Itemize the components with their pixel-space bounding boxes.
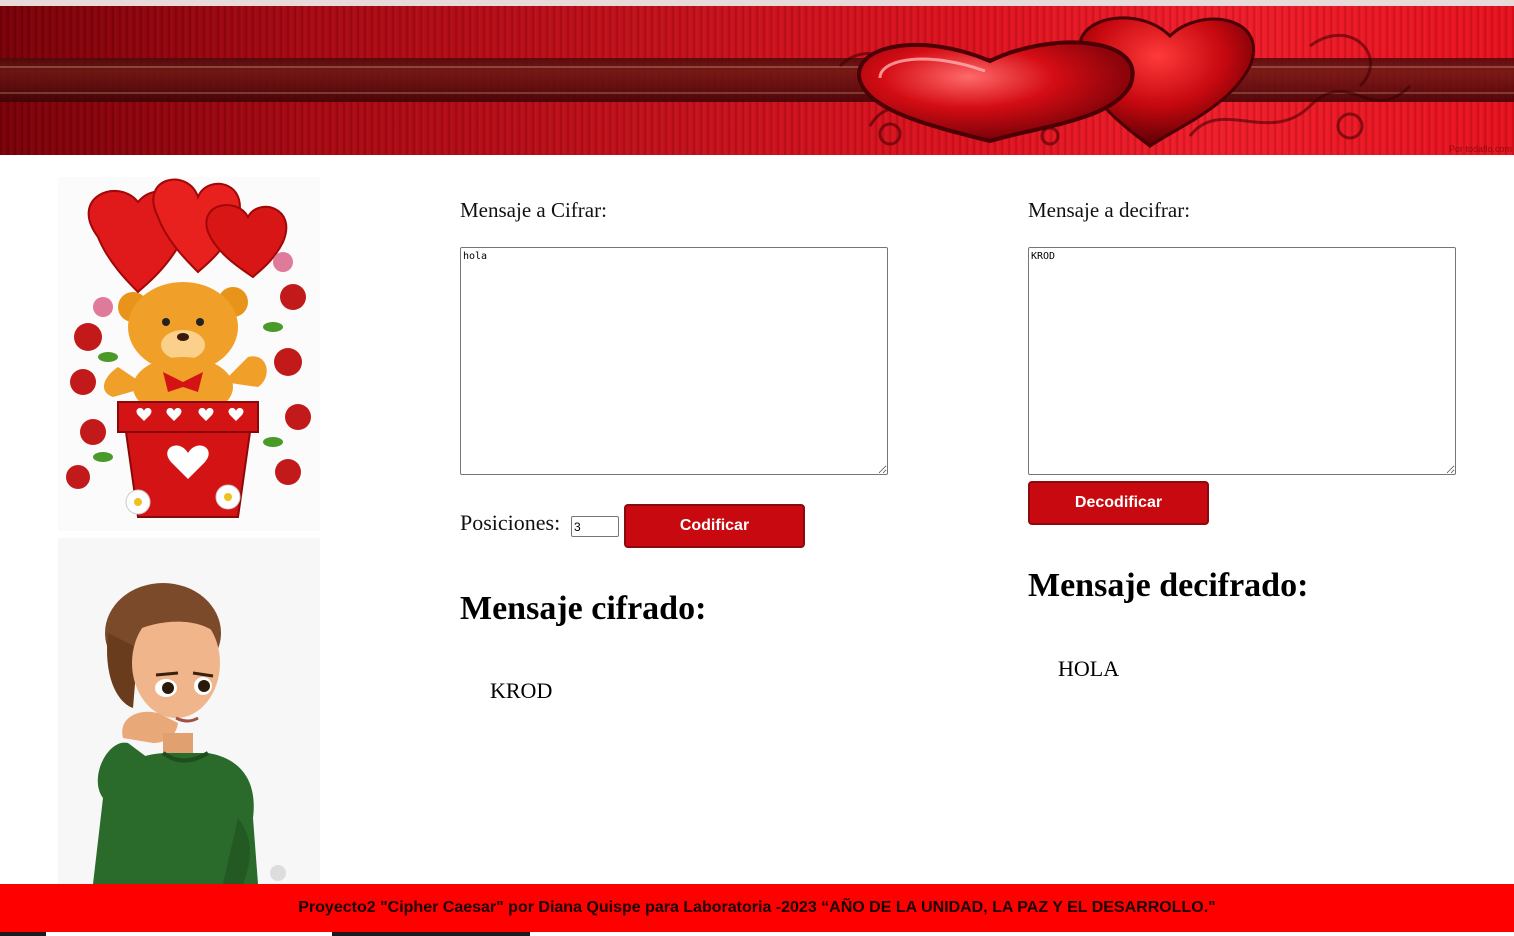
- encrypt-label: Mensaje a Cifrar:: [460, 198, 607, 222]
- positions-label: Posiciones:: [460, 510, 561, 535]
- codificar-button[interactable]: Codificar: [624, 504, 805, 548]
- decodificar-button[interactable]: Decodificar: [1028, 481, 1209, 525]
- positions-input[interactable]: [571, 516, 619, 537]
- footer: Proyecto2 "Cipher Caesar" por Diana Quis…: [0, 884, 1514, 932]
- valentine-banner: Por todaflo.com: [0, 6, 1514, 155]
- animated-girl-thinking-image: [58, 538, 320, 884]
- footer-text: Proyecto2 "Cipher Caesar" por Diana Quis…: [298, 899, 1216, 916]
- encrypt-message-input[interactable]: hola: [460, 247, 888, 475]
- decrypted-result-heading: Mensaje decifrado:: [1028, 567, 1309, 604]
- encrypted-result-value: KROD: [490, 678, 553, 703]
- decrypt-message-input[interactable]: KROD: [1028, 247, 1456, 475]
- footer-underline: [0, 932, 1514, 936]
- teddy-bear-hearts-image: [58, 177, 320, 531]
- banner-credit: Por todaflo.com: [1448, 144, 1512, 154]
- decrypted-result-value: HOLA: [1058, 656, 1120, 681]
- decrypt-label: Mensaje a decifrar:: [1028, 198, 1191, 222]
- underline-segment: [332, 932, 530, 936]
- underline-segment: [0, 932, 46, 936]
- double-heart-icon: [838, 16, 1412, 148]
- encrypted-result-heading: Mensaje cifrado:: [460, 590, 707, 627]
